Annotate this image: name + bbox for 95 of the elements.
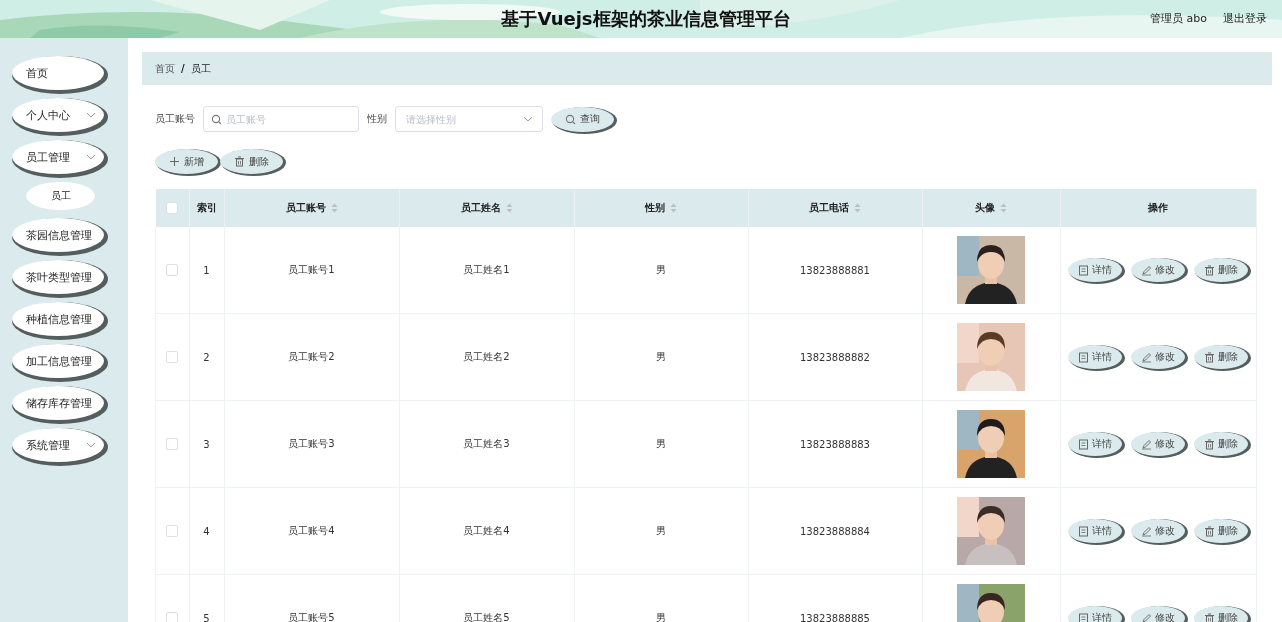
edit-button[interactable]: 修改 — [1131, 606, 1186, 622]
table-cell: 13823888885 — [800, 612, 870, 622]
table-cell: 员工姓名5 — [463, 612, 510, 622]
document-icon — [1078, 525, 1090, 537]
chevron-down-icon — [523, 116, 533, 122]
search-icon — [211, 114, 222, 125]
chevron-down-icon — [86, 154, 96, 160]
user-label: 管理员 abo — [1150, 11, 1207, 26]
chevron-down-icon — [86, 112, 96, 118]
column-header: 头像 — [975, 201, 995, 215]
table-cell: 员工账号2 — [288, 351, 335, 362]
breadcrumb-item: 员工 — [190, 61, 211, 76]
delete-button[interactable]: 删除 — [1194, 432, 1249, 456]
pencil-icon — [1141, 438, 1153, 450]
select-field[interactable]: 请选择性别 — [395, 106, 543, 132]
table-cell: 员工账号5 — [288, 612, 335, 622]
delete-button[interactable]: 删除 — [220, 149, 283, 174]
table-cell: 2 — [203, 351, 210, 363]
sort-icon — [670, 203, 677, 213]
trash-icon — [1204, 612, 1216, 622]
delete-button[interactable]: 删除 — [1194, 345, 1249, 369]
edit-button[interactable]: 修改 — [1131, 432, 1186, 456]
sort-icon — [505, 203, 513, 213]
table-cell: 男 — [656, 612, 666, 622]
delete-button[interactable]: 删除 — [1194, 519, 1249, 543]
document-icon — [1078, 612, 1090, 622]
table-cell: 男 — [656, 525, 666, 536]
details-button[interactable]: 详情 — [1068, 606, 1123, 622]
trash-icon — [1204, 438, 1216, 450]
column-header: 操作 — [1148, 201, 1169, 215]
table-cell: 员工账号4 — [288, 525, 335, 536]
field-label: 员工账号 — [155, 112, 195, 126]
trash-icon — [1204, 264, 1216, 276]
details-button[interactable]: 详情 — [1068, 519, 1123, 543]
table-cell: 4 — [203, 525, 210, 537]
add-button[interactable]: 新增 — [155, 149, 218, 174]
table-cell: 男 — [656, 438, 666, 449]
document-icon — [1078, 438, 1090, 450]
checkbox[interactable] — [166, 525, 179, 537]
document-icon — [1078, 264, 1090, 276]
search-field[interactable]: 员工账号 — [203, 106, 359, 132]
delete-button[interactable]: 删除 — [1194, 606, 1249, 622]
table-cell: 员工账号3 — [288, 438, 335, 449]
column-header: 索引 — [196, 201, 217, 215]
table-cell: 男 — [656, 264, 666, 275]
chevron-down-icon — [86, 442, 96, 448]
table-cell: 13823888882 — [800, 351, 870, 363]
table-cell: 13823888881 — [800, 264, 870, 276]
table-cell: 员工姓名4 — [463, 525, 510, 536]
logout-link[interactable]: 退出登录 — [1223, 11, 1267, 26]
details-button[interactable]: 详情 — [1068, 432, 1123, 456]
plus-icon — [169, 156, 180, 167]
sort-icon — [854, 203, 861, 213]
table-cell: 员工姓名3 — [463, 438, 510, 449]
table-cell: 1 — [203, 264, 210, 276]
table-cell: 13823888883 — [800, 438, 870, 450]
table-cell: 3 — [203, 438, 210, 450]
column-header: 员工姓名 — [460, 201, 501, 215]
column-header: 员工账号 — [285, 201, 326, 215]
trash-icon — [234, 156, 245, 167]
table-cell: 员工账号1 — [288, 264, 335, 275]
edit-button[interactable]: 修改 — [1131, 519, 1186, 543]
checkbox[interactable] — [166, 202, 178, 214]
pencil-icon — [1141, 351, 1153, 363]
breadcrumb-separator: / — [181, 63, 185, 74]
table-cell: 员工姓名2 — [463, 351, 510, 362]
sort-icon — [330, 203, 338, 213]
edit-button[interactable]: 修改 — [1131, 345, 1186, 369]
checkbox[interactable] — [166, 438, 179, 450]
trash-icon — [1204, 525, 1216, 537]
column-header: 员工电话 — [809, 201, 849, 215]
delete-button[interactable]: 删除 — [1194, 258, 1249, 282]
search-icon — [565, 113, 576, 125]
details-button[interactable]: 详情 — [1068, 345, 1123, 369]
document-icon — [1078, 351, 1090, 363]
field-label: 性别 — [367, 112, 387, 126]
table-cell: 员工姓名1 — [463, 264, 510, 275]
pencil-icon — [1141, 612, 1153, 622]
checkbox[interactable] — [166, 351, 179, 363]
breadcrumb-item[interactable]: 首页 — [155, 61, 175, 76]
pencil-icon — [1141, 264, 1153, 276]
sort-icon — [1000, 203, 1007, 213]
edit-button[interactable]: 修改 — [1131, 258, 1186, 282]
pencil-icon — [1141, 525, 1153, 537]
query-button[interactable]: 查询 — [551, 106, 614, 132]
checkbox[interactable] — [166, 264, 179, 276]
checkbox[interactable] — [166, 612, 179, 622]
app-title: 基于Vuejs框架的茶业信息管理平台 — [501, 7, 791, 31]
table-cell: 男 — [656, 351, 666, 362]
details-button[interactable]: 详情 — [1068, 258, 1123, 282]
table-cell: 13823888884 — [800, 525, 870, 537]
trash-icon — [1204, 351, 1216, 363]
column-header: 性别 — [645, 201, 665, 215]
sidebar-subitem[interactable]: 员工 — [26, 182, 95, 210]
table-cell: 5 — [203, 612, 210, 622]
